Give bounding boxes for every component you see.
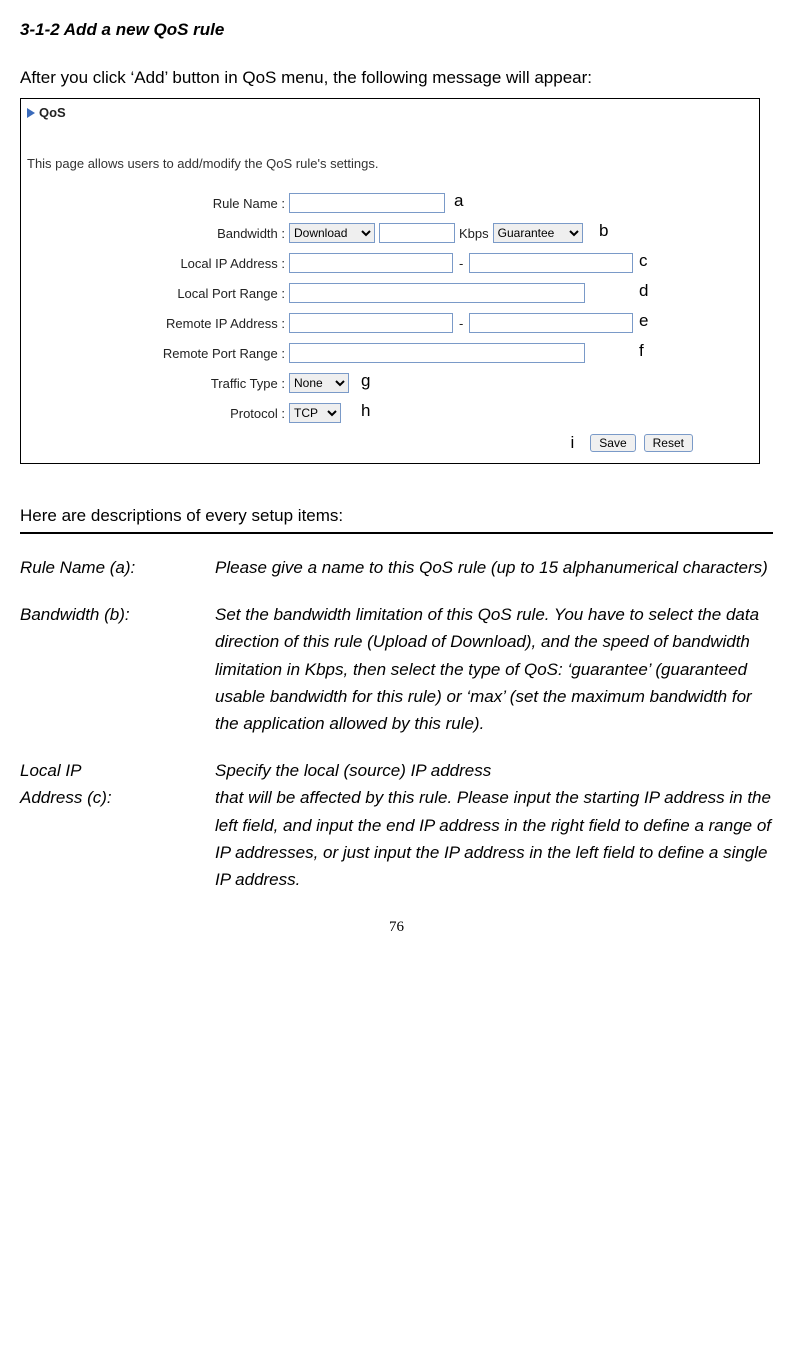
horizontal-rule [20, 532, 773, 534]
select-protocol[interactable]: TCP [289, 403, 341, 423]
label-remote-ip: Remote IP Address : [27, 316, 289, 331]
row-remote-ip: Remote IP Address : - e [27, 313, 753, 333]
intro-text: After you click ‘Add’ button in QoS menu… [20, 68, 773, 88]
annotation-e: e [639, 311, 648, 331]
input-remote-ip-end[interactable] [469, 313, 633, 333]
row-protocol: Protocol : TCP h [27, 403, 753, 423]
desc-text-local-ip-1: Specify the local (source) IP address [215, 757, 773, 784]
desc-label-local-ip-1: Local IP [20, 757, 215, 784]
desc-text-bandwidth: Set the bandwidth limitation of this QoS… [215, 601, 773, 737]
label-bandwidth: Bandwidth : [27, 226, 289, 241]
qos-title-row: QoS [27, 105, 753, 120]
annotation-a: a [454, 191, 463, 211]
desc-label-rule-name: Rule Name (a): [20, 554, 215, 581]
desc-label-bandwidth: Bandwidth (b): [20, 601, 215, 737]
annotation-b: b [599, 221, 608, 241]
input-local-port[interactable] [289, 283, 585, 303]
screenshot-container: QoS This page allows users to add/modify… [20, 98, 760, 464]
desc-bandwidth: Bandwidth (b): Set the bandwidth limitat… [20, 601, 773, 737]
qos-title: QoS [39, 105, 66, 120]
label-traffic-type: Traffic Type : [27, 376, 289, 391]
input-local-ip-end[interactable] [469, 253, 633, 273]
desc-local-ip-1: Local IP Specify the local (source) IP a… [20, 757, 773, 784]
select-traffic-type[interactable]: None [289, 373, 349, 393]
row-rule-name: Rule Name : a [27, 193, 753, 213]
reset-button[interactable]: Reset [644, 434, 693, 452]
descriptions-intro: Here are descriptions of every setup ite… [20, 506, 773, 526]
label-rule-name: Rule Name : [27, 196, 289, 211]
page-number: 76 [20, 919, 773, 936]
input-local-ip-start[interactable] [289, 253, 453, 273]
desc-text-local-ip-2: that will be affected by this rule. Plea… [215, 784, 773, 893]
row-remote-port: Remote Port Range : f [27, 343, 753, 363]
desc-label-local-ip-2: Address (c): [20, 784, 215, 893]
annotation-h: h [361, 401, 370, 421]
annotation-i: i [571, 433, 575, 453]
input-remote-port[interactable] [289, 343, 585, 363]
row-bandwidth: Bandwidth : Download Kbps Guarantee b [27, 223, 753, 243]
select-bandwidth-direction[interactable]: Download [289, 223, 375, 243]
row-local-port: Local Port Range : d [27, 283, 753, 303]
row-traffic-type: Traffic Type : None g [27, 373, 753, 393]
button-row: i Save Reset [27, 433, 753, 453]
select-bandwidth-type[interactable]: Guarantee [493, 223, 583, 243]
dash: - [457, 256, 465, 271]
kbps-label: Kbps [459, 226, 489, 241]
input-remote-ip-start[interactable] [289, 313, 453, 333]
desc-text-rule-name: Please give a name to this QoS rule (up … [215, 554, 773, 581]
label-local-ip: Local IP Address : [27, 256, 289, 271]
dash: - [457, 316, 465, 331]
annotation-c: c [639, 251, 648, 271]
annotation-g: g [361, 371, 370, 391]
save-button[interactable]: Save [590, 434, 635, 452]
annotation-f: f [639, 341, 644, 361]
desc-rule-name: Rule Name (a): Please give a name to thi… [20, 554, 773, 581]
input-rule-name[interactable] [289, 193, 445, 213]
annotation-d: d [639, 281, 648, 301]
section-heading: 3-1-2 Add a new QoS rule [20, 20, 773, 40]
triangle-icon [27, 108, 35, 118]
label-remote-port: Remote Port Range : [27, 346, 289, 361]
label-local-port: Local Port Range : [27, 286, 289, 301]
input-bandwidth-kbps[interactable] [379, 223, 455, 243]
desc-local-ip-2: Address (c): that will be affected by th… [20, 784, 773, 893]
label-protocol: Protocol : [27, 406, 289, 421]
qos-description: This page allows users to add/modify the… [27, 156, 753, 171]
row-local-ip: Local IP Address : - c [27, 253, 753, 273]
